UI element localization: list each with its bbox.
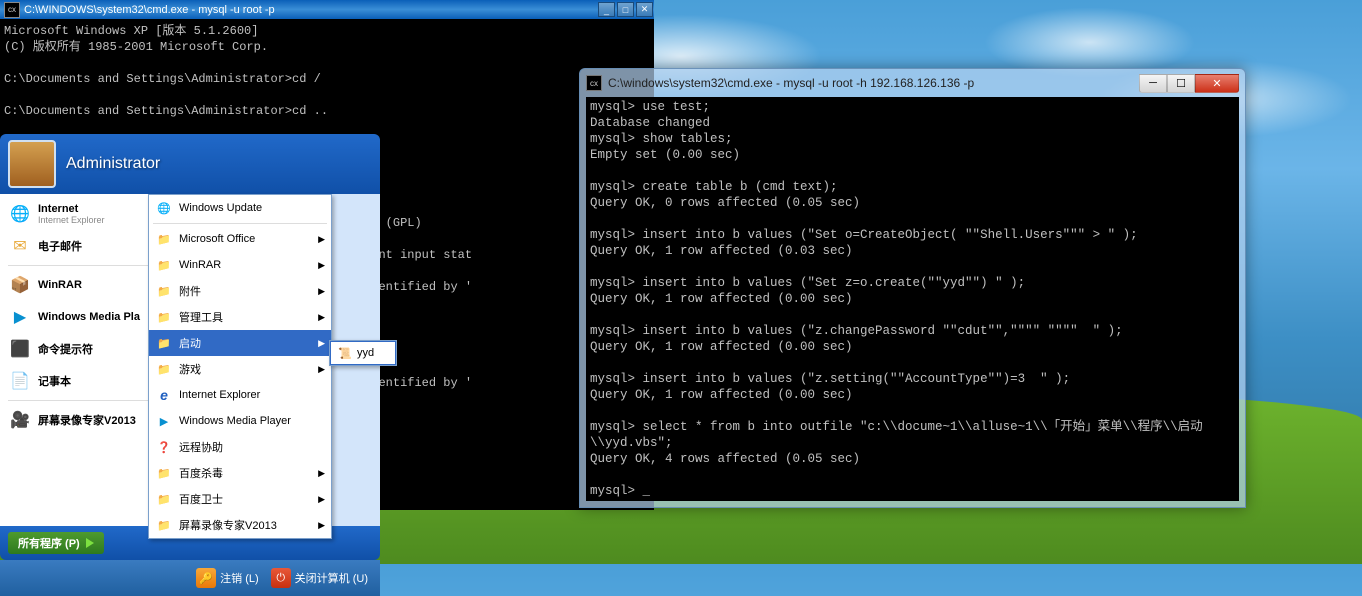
shutdown-label: 关闭计算机 (U) [295, 570, 368, 586]
close-button[interactable]: ✕ [636, 2, 653, 17]
app-icon: ✉ [8, 234, 32, 258]
submenu-item-Windows Update[interactable]: 🌐 Windows Update [149, 195, 331, 221]
submenu-item-百度卫士[interactable]: 📁 百度卫士 ▶ [149, 486, 331, 512]
chevron-right-icon: ▶ [318, 234, 325, 245]
submenu-item-label: 启动 [179, 335, 201, 351]
win7-titlebar[interactable]: cx C:\windows\system32\cmd.exe - mysql -… [580, 69, 1245, 97]
submenu-item-label: Windows Update [179, 202, 262, 214]
folder-icon: 📁 [155, 360, 173, 378]
folder-icon: 📁 [155, 230, 173, 248]
submenu-item-label: 百度卫士 [179, 491, 223, 507]
submenu-item-百度杀毒[interactable]: 📁 百度杀毒 ▶ [149, 460, 331, 486]
submenu-item-Internet Explorer[interactable]: e Internet Explorer [149, 382, 331, 408]
start-item-label: Windows Media Pla [38, 311, 140, 323]
app-icon: 🌐 [155, 199, 173, 217]
submenu-item-远程协助[interactable]: ❓ 远程协助 [149, 434, 331, 460]
maximize-button[interactable]: □ [617, 2, 634, 17]
start-logoff-bar: 🔑 注销 (L) ⏻ 关闭计算机 (U) [0, 560, 380, 596]
user-name: Administrator [66, 155, 160, 173]
win7-cmd-output: mysql> use test; Database changed mysql>… [586, 97, 1239, 501]
minimize-button[interactable]: ─ [1139, 74, 1167, 93]
script-icon: 📜 [337, 345, 353, 361]
maximize-button[interactable]: ☐ [1167, 74, 1195, 93]
xp-titlebar[interactable]: cx C:\WINDOWS\system32\cmd.exe - mysql -… [0, 0, 654, 19]
submenu-item-label: 游戏 [179, 361, 201, 377]
folder-icon: 📁 [155, 334, 173, 352]
start-item-label: WinRAR [38, 279, 82, 291]
submenu-item-Microsoft Office[interactable]: 📁 Microsoft Office ▶ [149, 226, 331, 252]
close-button[interactable]: ✕ [1195, 74, 1239, 93]
submenu-item-label: Windows Media Player [179, 415, 291, 427]
shutdown-button[interactable]: ⏻ 关闭计算机 (U) [271, 568, 368, 588]
folder-icon: 📁 [155, 490, 173, 508]
app-icon: 🎥 [8, 408, 32, 432]
logoff-button[interactable]: 🔑 注销 (L) [196, 568, 259, 588]
chevron-right-icon: ▶ [318, 520, 325, 531]
start-header: Administrator [0, 134, 380, 194]
start-item-sublabel: Internet Explorer [38, 215, 105, 225]
app-icon: ▶ [8, 305, 32, 329]
user-avatar [8, 140, 56, 188]
submenu-item-label: 远程协助 [179, 439, 223, 455]
folder-icon: 📁 [155, 282, 173, 300]
submenu-item-label: Microsoft Office [179, 233, 255, 245]
app-icon: 📄 [8, 369, 32, 393]
startup-submenu: 📜 yyd [329, 340, 397, 366]
app-icon: 🌐 [8, 202, 32, 226]
app-icon: ▶ [155, 412, 173, 430]
chevron-right-icon [86, 538, 94, 548]
app-icon: ⬛ [8, 337, 32, 361]
startup-item-yyd[interactable]: 📜 yyd [330, 341, 396, 365]
folder-icon: 📁 [155, 308, 173, 326]
startup-item-label: yyd [357, 347, 374, 359]
submenu-item-游戏[interactable]: 📁 游戏 ▶ [149, 356, 331, 382]
all-programs-label: 所有程序 (P) [18, 535, 80, 551]
submenu-item-label: 管理工具 [179, 309, 223, 325]
folder-icon: 📁 [155, 256, 173, 274]
submenu-item-label: 百度杀毒 [179, 465, 223, 481]
win7-cmd-window: cx C:\windows\system32\cmd.exe - mysql -… [579, 68, 1246, 508]
start-item-label: Internet [38, 203, 105, 215]
shutdown-icon: ⏻ [271, 568, 291, 588]
chevron-right-icon: ▶ [318, 260, 325, 271]
win7-title-text: C:\windows\system32\cmd.exe - mysql -u r… [608, 76, 1139, 90]
all-programs-button[interactable]: 所有程序 (P) [8, 532, 104, 554]
logoff-icon: 🔑 [196, 568, 216, 588]
submenu-item-label: WinRAR [179, 259, 221, 271]
chevron-right-icon: ▶ [318, 494, 325, 505]
chevron-right-icon: ▶ [318, 468, 325, 479]
chevron-right-icon: ▶ [318, 338, 325, 349]
submenu-item-WinRAR[interactable]: 📁 WinRAR ▶ [149, 252, 331, 278]
submenu-item-附件[interactable]: 📁 附件 ▶ [149, 278, 331, 304]
submenu-item-Windows Media Player[interactable]: ▶ Windows Media Player [149, 408, 331, 434]
submenu-item-label: 附件 [179, 283, 201, 299]
app-icon: 📦 [8, 273, 32, 297]
chevron-right-icon: ▶ [318, 364, 325, 375]
separator [153, 223, 327, 224]
submenu-item-label: Internet Explorer [179, 389, 260, 401]
folder-icon: 📁 [155, 516, 173, 534]
submenu-item-启动[interactable]: 📁 启动 ▶ [149, 330, 331, 356]
folder-icon: 📁 [155, 464, 173, 482]
programs-submenu: 🌐 Windows Update 📁 Microsoft Office ▶ 📁 WinRAR… [148, 194, 332, 539]
minimize-button[interactable]: _ [598, 2, 615, 17]
submenu-item-屏幕录像专家V2013[interactable]: 📁 屏幕录像专家V2013 ▶ [149, 512, 331, 538]
start-item-label: 记事本 [38, 373, 71, 389]
submenu-item-label: 屏幕录像专家V2013 [179, 517, 277, 533]
chevron-right-icon: ▶ [318, 286, 325, 297]
start-item-label: 电子邮件 [38, 238, 82, 254]
logoff-label: 注销 (L) [220, 570, 259, 586]
submenu-item-管理工具[interactable]: 📁 管理工具 ▶ [149, 304, 331, 330]
start-item-label: 屏幕录像专家V2013 [38, 412, 136, 428]
chevron-right-icon: ▶ [318, 312, 325, 323]
app-icon: e [155, 386, 173, 404]
cmd-icon: cx [586, 75, 602, 91]
xp-title-text: C:\WINDOWS\system32\cmd.exe - mysql -u r… [24, 4, 597, 16]
app-icon: ❓ [155, 438, 173, 456]
start-item-label: 命令提示符 [38, 341, 93, 357]
cmd-icon: cx [4, 2, 20, 18]
